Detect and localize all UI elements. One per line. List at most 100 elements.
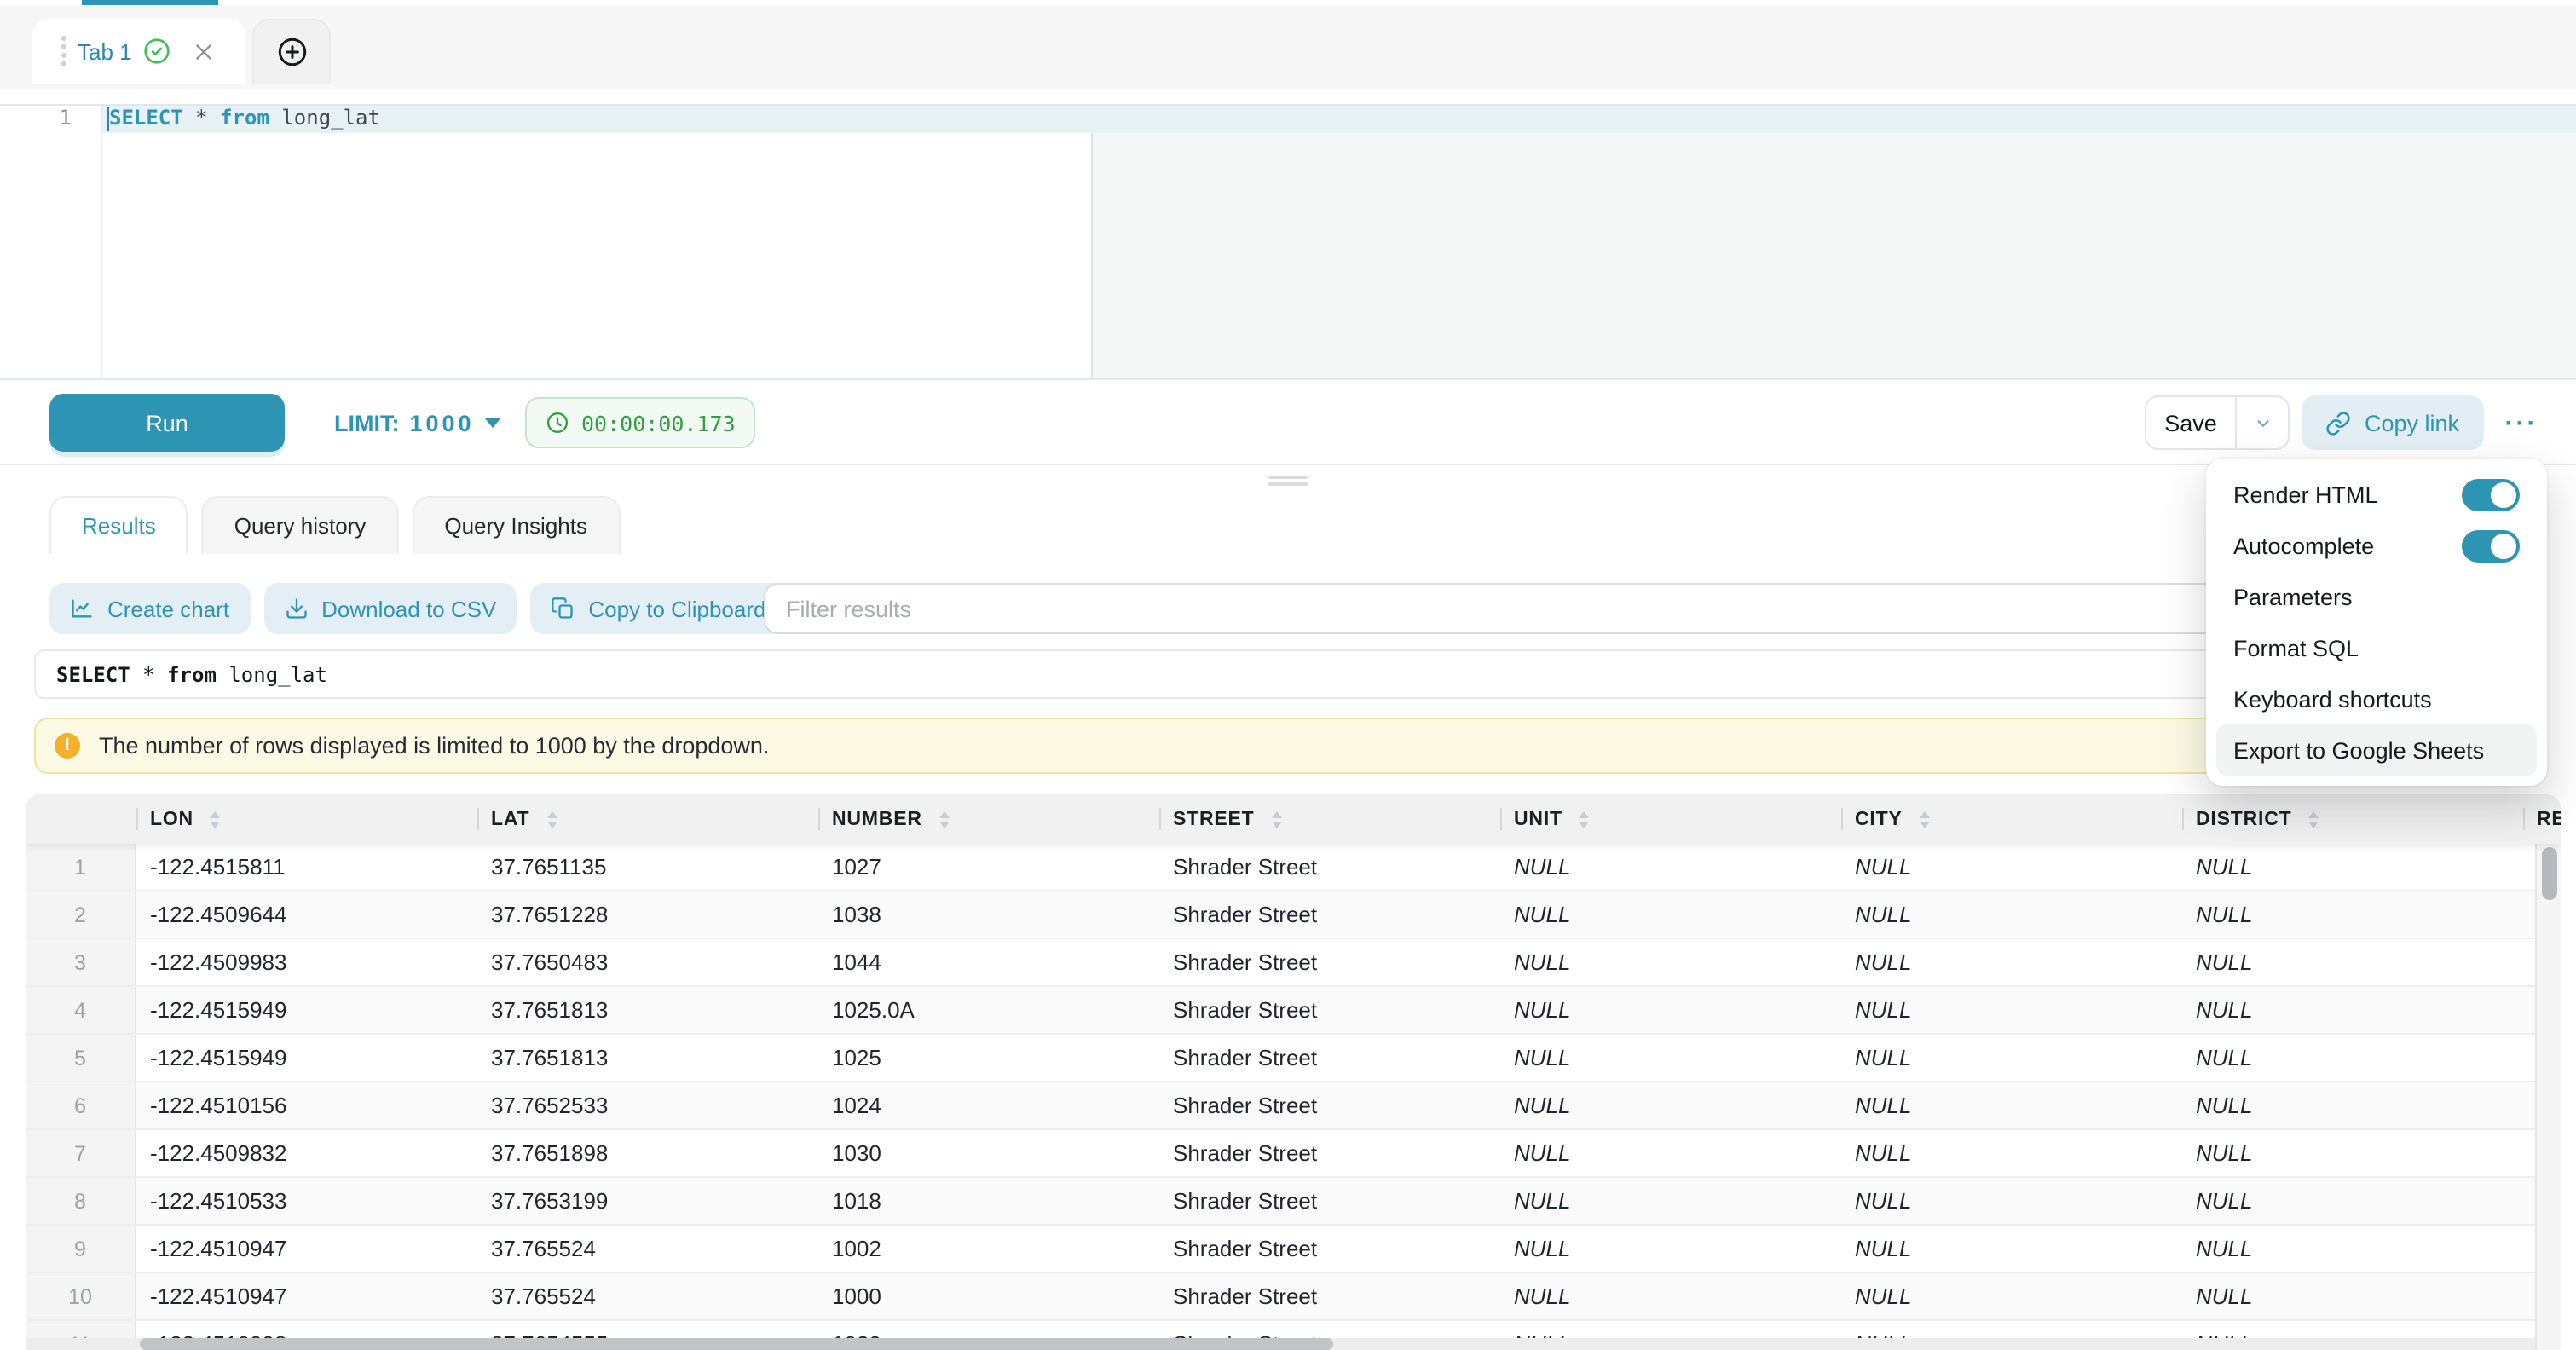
table-cell: NULL <box>1841 1226 2182 1272</box>
limit-dropdown[interactable]: LIMIT: 1000 <box>334 380 502 465</box>
table-cell: 37.765524 <box>477 1226 818 1272</box>
sort-icon[interactable] <box>1580 811 1590 828</box>
table-cell: NULL <box>1841 987 2182 1033</box>
table-body: 1-122.451581137.76511351027Shrader Stree… <box>26 844 2561 1350</box>
results-tab-query-history[interactable]: Query history <box>202 496 399 554</box>
table-cell: 37.765524 <box>477 1273 818 1319</box>
more-options-button[interactable]: ··· <box>2496 395 2547 450</box>
menu-item-export-to-google-sheets[interactable]: Export to Google Sheets <box>2216 724 2537 776</box>
table-cell: NULL <box>2182 1178 2523 1224</box>
editor-tab-bar <box>0 5 2576 89</box>
executed-sql-bar: SELECT * from long_lat <box>34 649 2547 699</box>
query-timer-badge: 00:00:00.173 <box>525 397 756 448</box>
vertical-scrollbar[interactable] <box>2535 844 2561 1350</box>
horizontal-scrollbar-thumb[interactable] <box>140 1338 1333 1350</box>
column-header-lat[interactable]: LAT <box>477 794 818 844</box>
limit-label: LIMIT: <box>334 410 400 436</box>
column-header-re[interactable]: RE <box>2523 794 2561 844</box>
table-cell: NULL <box>1841 1178 2182 1224</box>
column-header-lon[interactable]: LON <box>136 794 477 844</box>
tab-label: Tab 1 <box>78 38 132 64</box>
close-icon[interactable] <box>193 40 216 62</box>
table-cell: 37.7652533 <box>477 1082 818 1128</box>
grip-dots-icon[interactable] <box>61 37 66 66</box>
save-button[interactable]: Save <box>2146 397 2235 448</box>
table-cell: 37.7651898 <box>477 1130 818 1176</box>
sort-icon[interactable] <box>211 811 221 828</box>
results-tab-results[interactable]: Results <box>49 496 188 554</box>
copy-link-button[interactable]: Copy link <box>2302 395 2483 450</box>
menu-item-keyboard-shortcuts[interactable]: Keyboard shortcuts <box>2216 673 2537 724</box>
menu-item-render-html[interactable]: Render HTML <box>2216 469 2537 520</box>
sort-icon[interactable] <box>1920 811 1930 828</box>
sort-icon[interactable] <box>939 811 950 828</box>
menu-item-parameters[interactable]: Parameters <box>2216 571 2537 622</box>
table-cell: NULL <box>2182 987 2523 1033</box>
table-cell: NULL <box>2182 891 2523 938</box>
sort-icon[interactable] <box>2308 811 2319 828</box>
tab-editor-tab1[interactable]: Tab 1 <box>32 19 245 84</box>
table-cell: NULL <box>1841 891 2182 938</box>
column-header-number[interactable]: NUMBER <box>818 794 1159 844</box>
menu-item-label: Format SQL <box>2233 635 2359 661</box>
copy-icon <box>551 597 575 620</box>
create-chart-button[interactable]: Create chart <box>49 583 250 634</box>
table-row: 10-122.451094737.7655241000Shrader Stree… <box>26 1273 2561 1321</box>
toggle-switch-on[interactable] <box>2462 478 2520 511</box>
column-header-unit[interactable]: UNIT <box>1500 794 1841 844</box>
table-cell: NULL <box>2182 1273 2523 1319</box>
copy-clipboard-button[interactable]: Copy to Clipboard <box>530 583 786 634</box>
toggle-switch-on[interactable] <box>2462 529 2520 562</box>
row-number-cell: 4 <box>26 987 136 1033</box>
table-row: 2-122.450964437.76512281038Shrader Stree… <box>26 891 2561 939</box>
table-cell: 37.7651813 <box>477 1035 818 1081</box>
panel-resize-handle[interactable] <box>1268 475 1308 486</box>
table-cell: NULL <box>1500 844 1841 890</box>
table-cell: NULL <box>1500 1178 1841 1224</box>
column-header-district[interactable]: DISTRICT <box>2182 794 2523 844</box>
sort-icon[interactable] <box>1272 811 1282 828</box>
horizontal-scrollbar[interactable] <box>26 1338 2535 1350</box>
table-cell: Shrader Street <box>1159 987 1500 1033</box>
table-cell: NULL <box>1500 1035 1841 1081</box>
table-cell: -122.4510947 <box>136 1226 477 1272</box>
table-cell: Shrader Street <box>1159 939 1500 985</box>
run-button[interactable]: Run <box>49 394 285 452</box>
code-editor[interactable]: 1 SELECT * from long_lat <box>0 104 2576 380</box>
table-cell: Shrader Street <box>1159 1273 1500 1319</box>
line-number: 1 <box>0 106 101 132</box>
column-header-city[interactable]: CITY <box>1841 794 2182 844</box>
table-cell: NULL <box>1500 1226 1841 1272</box>
row-number-cell: 9 <box>26 1226 136 1272</box>
column-header-label: LON <box>150 809 193 829</box>
table-cell: NULL <box>1500 891 1841 938</box>
warning-text: The number of rows displayed is limited … <box>99 733 769 759</box>
vertical-scrollbar-thumb[interactable] <box>2542 847 2557 900</box>
column-header-street[interactable]: STREET <box>1159 794 1500 844</box>
save-options-button[interactable] <box>2235 397 2288 448</box>
table-header-row: LON LATNUMBERSTREETUNIT CITY DISTRICTRE <box>26 794 2561 844</box>
table-cell: NULL <box>1841 1035 2182 1081</box>
menu-item-format-sql[interactable]: Format SQL <box>2216 622 2537 673</box>
timer-value: 00:00:00.173 <box>581 410 736 436</box>
chevron-down-icon <box>485 418 502 428</box>
table-row: 4-122.451594937.76518131025.0AShrader St… <box>26 987 2561 1035</box>
chart-icon <box>70 597 94 620</box>
table-cell: NULL <box>2182 844 2523 890</box>
table-row: 5-122.451594937.76518131025Shrader Stree… <box>26 1035 2561 1082</box>
table-cell: 37.7651135 <box>477 844 818 890</box>
new-tab-button[interactable] <box>252 19 331 84</box>
chevron-down-icon <box>2253 413 2272 432</box>
table-cell: Shrader Street <box>1159 1130 1500 1176</box>
column-header-label: CITY <box>1855 809 1903 829</box>
table-cell: Shrader Street <box>1159 844 1500 890</box>
menu-item-autocomplete[interactable]: Autocomplete <box>2216 520 2537 571</box>
table-cell: -122.4510533 <box>136 1178 477 1224</box>
active-line-highlight <box>102 106 2576 132</box>
results-tab-query-insights[interactable]: Query Insights <box>412 496 620 554</box>
sort-icon[interactable] <box>546 811 557 828</box>
column-header-rownum <box>26 794 136 844</box>
table-cell: NULL <box>1500 1273 1841 1319</box>
download-csv-button[interactable]: Download to CSV <box>263 583 517 634</box>
table-cell: Shrader Street <box>1159 1035 1500 1081</box>
